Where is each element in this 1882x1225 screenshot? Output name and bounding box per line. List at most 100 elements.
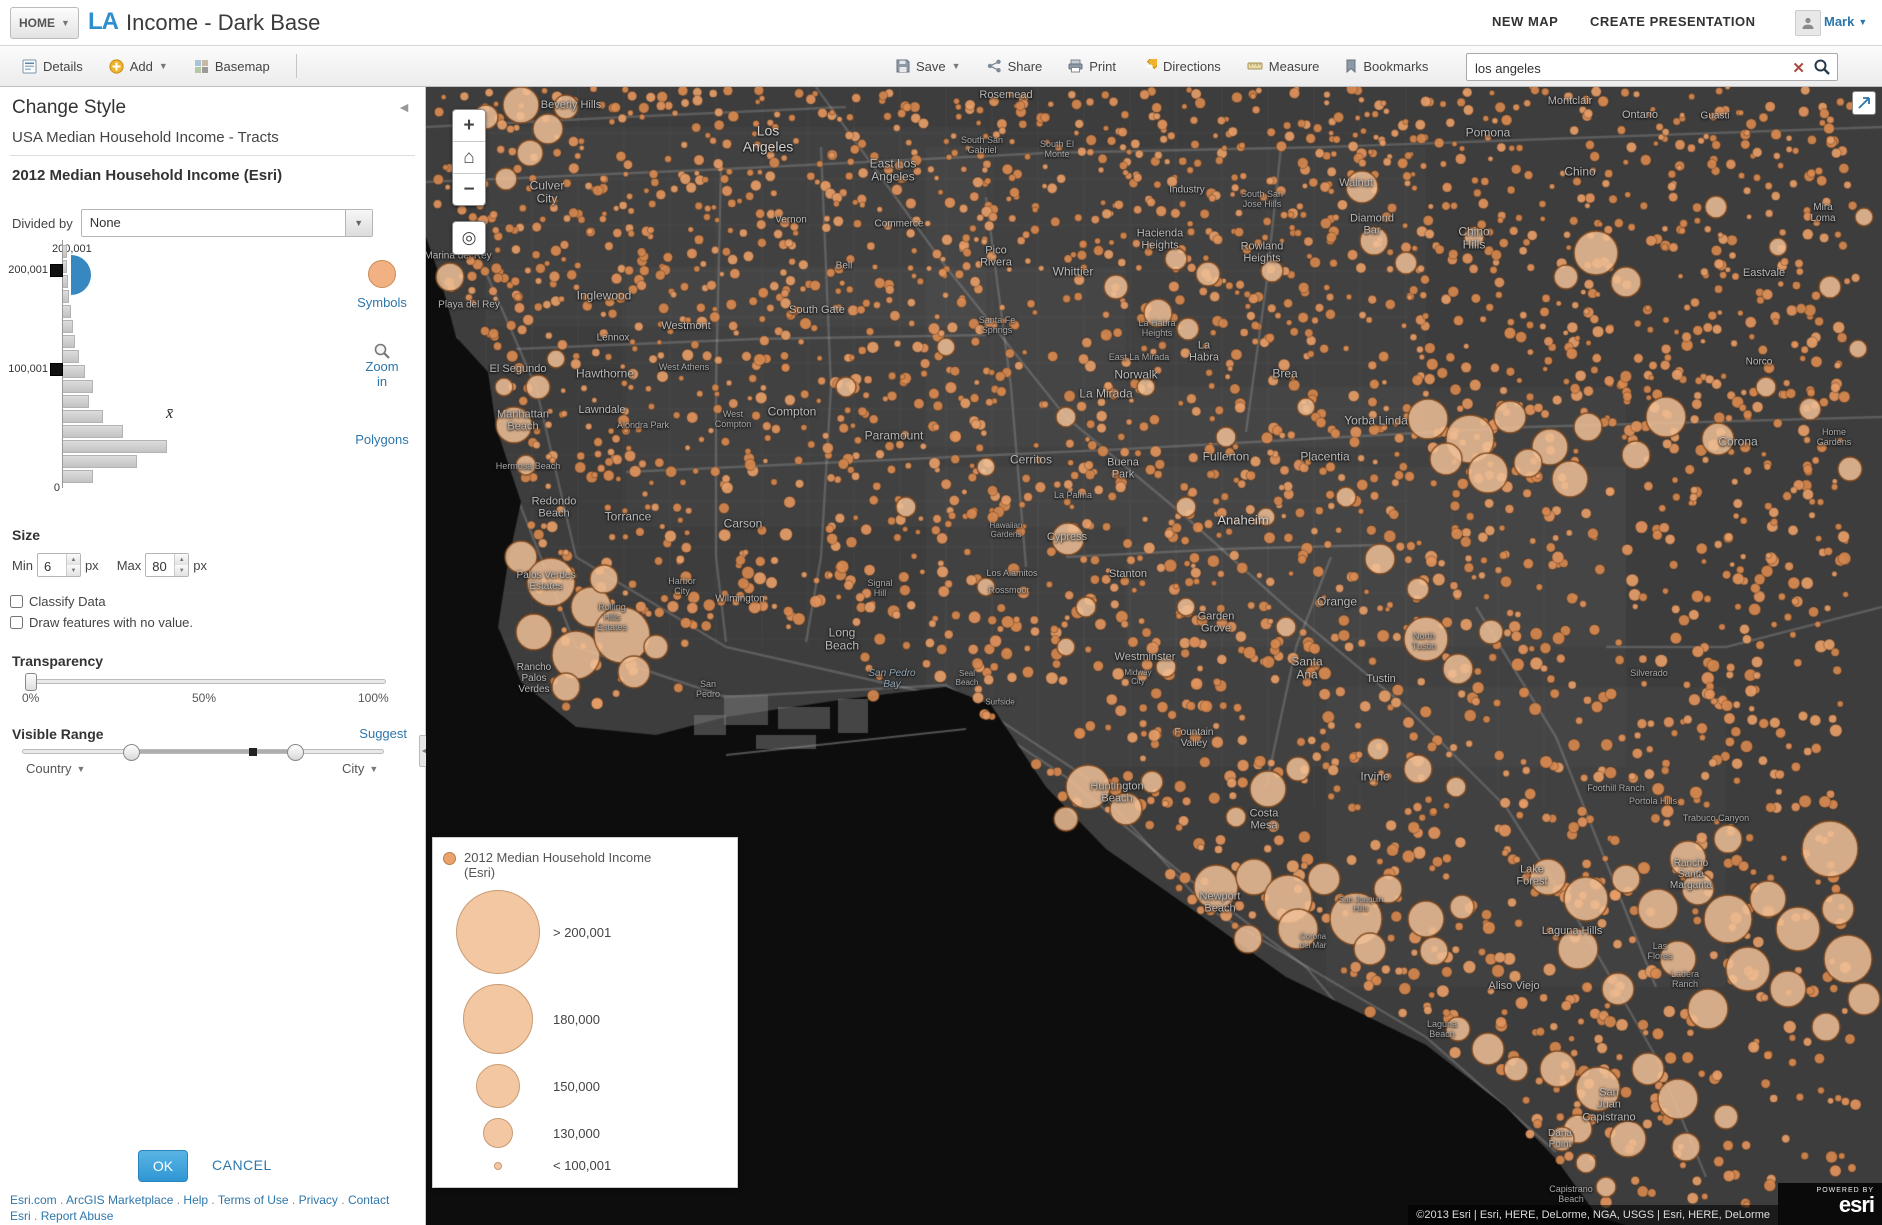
chevron-down-icon: ▼ [158, 61, 168, 71]
clear-search-icon[interactable]: ✕ [1792, 59, 1805, 77]
legend-items: > 200,001 180,000 150,000 130,000 < 100,001 [443, 890, 727, 1173]
range-right-select[interactable]: City ▼ [342, 761, 378, 776]
axis-label-bottom: 0 [53, 482, 60, 494]
footer-link[interactable]: ArcGIS Marketplace [66, 1193, 173, 1207]
divided-by-value: None [89, 215, 121, 230]
legend-item: < 100,001 [443, 1158, 727, 1173]
basemap-label: Basemap [214, 58, 270, 74]
min-stepper[interactable]: ▲ ▼ [65, 554, 80, 576]
suggest-link[interactable]: Suggest [359, 726, 407, 741]
bookmarks-button[interactable]: Bookmarks [1345, 59, 1428, 74]
locate-button[interactable]: ◎ [452, 221, 486, 255]
histogram-lower-handle[interactable] [50, 363, 63, 376]
visible-range-slider[interactable] [22, 744, 384, 761]
transparency-handle[interactable] [25, 673, 37, 691]
basemap-button[interactable]: Basemap [194, 59, 270, 74]
share-button[interactable]: Share [987, 59, 1042, 74]
range-handle-right[interactable] [287, 744, 304, 761]
legend-label: 130,000 [553, 1125, 600, 1141]
measure-icon [1247, 59, 1263, 73]
share-icon [987, 59, 1002, 73]
max-stepper[interactable]: ▲ ▼ [174, 554, 189, 576]
ok-button[interactable]: OK [138, 1150, 188, 1182]
arcgis-map-viewer: HOME ▼ LA Income - Dark Base NEW MAP CRE… [0, 0, 1882, 1225]
checkbox[interactable] [10, 595, 23, 608]
details-button[interactable]: Details [22, 59, 83, 74]
range-right-label: City [342, 761, 365, 776]
footer-link[interactable]: Esri.com [10, 1193, 57, 1207]
measure-button[interactable]: Measure [1247, 59, 1319, 74]
overview-icon[interactable] [1852, 91, 1876, 115]
user-icon [1802, 17, 1814, 29]
map-legend: 2012 Median Household Income (Esri) > 20… [432, 837, 738, 1188]
histogram-upper-handle[interactable] [50, 264, 63, 277]
min-label: Min [12, 557, 33, 573]
stepper-up-icon[interactable]: ▲ [66, 554, 80, 565]
legend-circle [476, 1064, 520, 1108]
legend-circle [483, 1118, 513, 1148]
divided-by-select[interactable]: None ▼ [80, 209, 373, 237]
range-handle-left[interactable] [123, 744, 140, 761]
zoom-control: + ⌂ − [452, 109, 486, 206]
legend-label: > 200,001 [553, 924, 612, 940]
home-menu-button[interactable]: HOME ▼ [10, 7, 79, 39]
stepper-down-icon[interactable]: ▼ [66, 565, 80, 576]
create-presentation-link[interactable]: CREATE PRESENTATION [1590, 14, 1756, 29]
symbols-link[interactable]: Symbols [357, 295, 407, 310]
map-attribution: ©2013 Esri | Esri, HERE, DeLorme, NGA, U… [1408, 1205, 1778, 1225]
search-icon[interactable] [1813, 58, 1831, 81]
chevron-down-icon: ▼ [1858, 16, 1868, 27]
home-label: HOME [19, 16, 55, 30]
legend-circle [463, 984, 533, 1054]
search-input[interactable] [1473, 57, 1777, 79]
axis-label-mid: 100,001 [8, 363, 48, 375]
footer-link[interactable]: Report Abuse [41, 1209, 114, 1223]
collapse-panel-icon[interactable]: ◄ [397, 99, 411, 115]
legend-label: < 100,001 [553, 1158, 612, 1173]
cancel-button[interactable]: CANCEL [212, 1157, 272, 1173]
zoom-in-button[interactable]: + [453, 110, 485, 142]
chevron-down-icon: ▼ [951, 61, 961, 71]
user-menu[interactable]: Mark ▼ [1824, 14, 1867, 29]
print-button[interactable]: Print [1068, 59, 1116, 74]
bookmark-icon [1345, 59, 1357, 73]
zoom-in-link[interactable]: Zoom in [361, 359, 404, 389]
new-map-link[interactable]: NEW MAP [1492, 14, 1558, 29]
legend-item: 150,000 [443, 1064, 727, 1108]
chevron-down-icon[interactable]: ▼ [344, 210, 372, 236]
checkbox-row[interactable]: Classify Data [10, 594, 193, 609]
zoom-out-button[interactable]: − [453, 174, 485, 205]
footer-link[interactable]: Help [183, 1193, 208, 1207]
details-label: Details [43, 58, 83, 74]
symbols-icon[interactable] [368, 260, 396, 288]
print-icon [1068, 59, 1083, 73]
map-toolbar: Details Add ▼ Basemap Save ▼ Share Print… [0, 46, 1882, 87]
save-icon [896, 59, 910, 73]
range-left-select[interactable]: Country ▼ [26, 761, 85, 776]
map-viewport[interactable]: Beverly Hills Rosemead Montclair Ontario Gua… [426, 87, 1882, 1225]
footer-separator: . [56, 1193, 67, 1207]
bookmarks-label: Bookmarks [1363, 58, 1429, 74]
save-button[interactable]: Save ▼ [896, 59, 961, 74]
footer-separator: . [208, 1193, 218, 1207]
checkbox[interactable] [10, 616, 23, 629]
polygons-link[interactable]: Polygons [355, 432, 408, 447]
legend-label: 150,000 [553, 1078, 600, 1094]
footer-link[interactable]: Terms of Use [218, 1193, 289, 1207]
stepper-up-icon[interactable]: ▲ [175, 554, 189, 565]
add-icon [109, 58, 124, 74]
checkbox-row[interactable]: Draw features with no value. [10, 615, 193, 630]
transparency-heading: Transparency [12, 653, 104, 669]
stepper-down-icon[interactable]: ▼ [175, 565, 189, 576]
add-button[interactable]: Add ▼ [109, 59, 168, 74]
home-button[interactable]: ⌂ [453, 142, 485, 174]
directions-button[interactable]: Directions [1142, 58, 1221, 74]
footer-link[interactable]: Privacy [299, 1193, 338, 1207]
add-label: Add [129, 58, 153, 74]
tick-100: 100% [358, 691, 389, 705]
toolbar-divider [295, 54, 297, 78]
basemap-icon [194, 59, 209, 74]
transparency-slider[interactable] [25, 673, 386, 691]
legend-title: 2012 Median Household Income (Esri) [464, 850, 652, 880]
la-logo: LA [88, 8, 119, 35]
